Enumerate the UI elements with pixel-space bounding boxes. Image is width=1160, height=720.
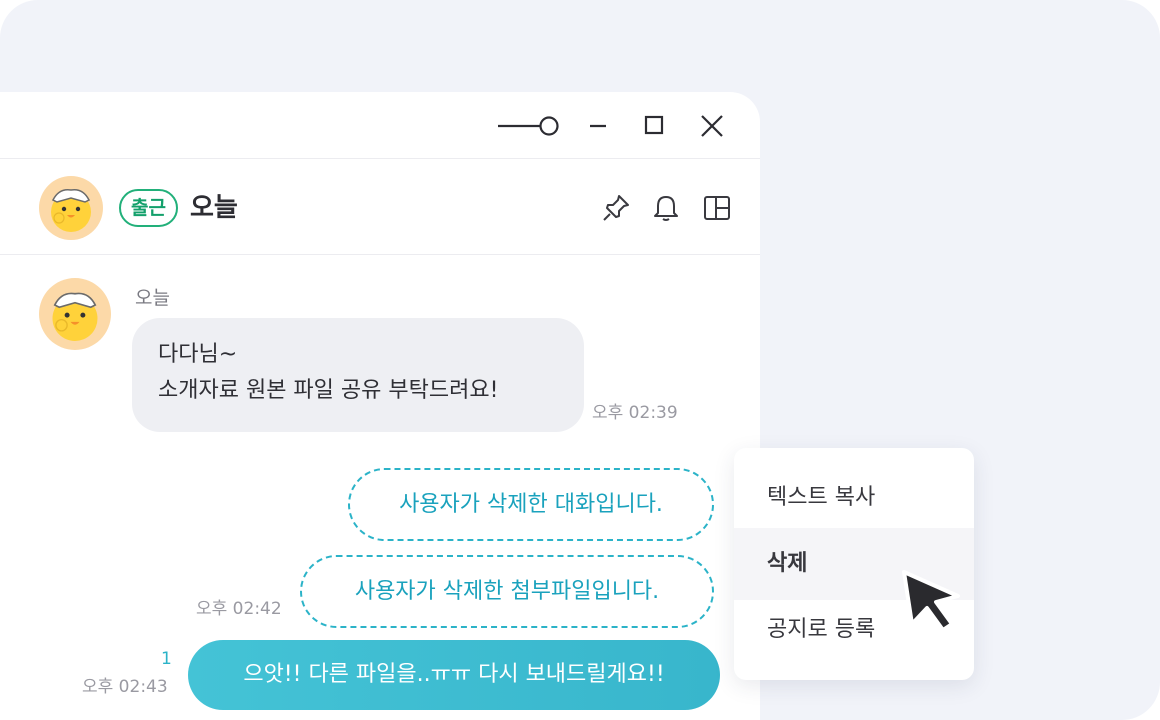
mouse-pointer-icon bbox=[896, 566, 972, 636]
message-line: 소개자료 원본 파일 공유 부탁드려요! bbox=[158, 378, 499, 403]
close-icon[interactable] bbox=[697, 112, 727, 140]
bell-icon[interactable] bbox=[651, 193, 681, 223]
chat-header: 출근 오늘 bbox=[0, 160, 760, 255]
pin-window-slider-icon[interactable] bbox=[496, 112, 562, 140]
menu-item-copy-text[interactable]: 텍스트 복사 bbox=[734, 462, 974, 534]
maximize-icon[interactable] bbox=[640, 112, 670, 140]
sender-name: 오늘 bbox=[135, 287, 170, 309]
message-time: 오후 02:43 bbox=[82, 677, 168, 697]
incoming-message-bubble[interactable]: 다다님~ 소개자료 원본 파일 공유 부탁드려요! bbox=[132, 318, 584, 432]
message-time: 오후 02:42 bbox=[196, 599, 282, 619]
unread-count: 1 bbox=[161, 649, 172, 669]
message-line: 다다님~ bbox=[158, 342, 238, 367]
outgoing-message-bubble[interactable]: 으앗!! 다른 파일을..ㅠㅠ 다시 보내드릴게요!! bbox=[188, 640, 720, 710]
chat-window: 출근 오늘 오늘 다다님~ 소개자료 원본 파일 공유 부탁드려요! 오후 02… bbox=[0, 92, 760, 720]
pin-icon[interactable] bbox=[601, 193, 631, 223]
message-time: 오후 02:39 bbox=[592, 403, 678, 423]
deleted-attachment-bubble[interactable]: 사용자가 삭제한 첨부파일입니다. bbox=[300, 555, 714, 628]
avatar[interactable] bbox=[39, 176, 103, 240]
layout-panel-icon[interactable] bbox=[702, 193, 732, 223]
deleted-message-bubble[interactable]: 사용자가 삭제한 대화입니다. bbox=[348, 468, 714, 541]
status-badge: 출근 bbox=[119, 189, 178, 227]
message-context-menu: 텍스트 복사 삭제 공지로 등록 bbox=[734, 448, 974, 680]
chat-title: 오늘 bbox=[190, 193, 238, 223]
sender-avatar[interactable] bbox=[39, 278, 111, 350]
window-titlebar bbox=[0, 92, 760, 159]
minimize-icon[interactable] bbox=[584, 112, 614, 140]
